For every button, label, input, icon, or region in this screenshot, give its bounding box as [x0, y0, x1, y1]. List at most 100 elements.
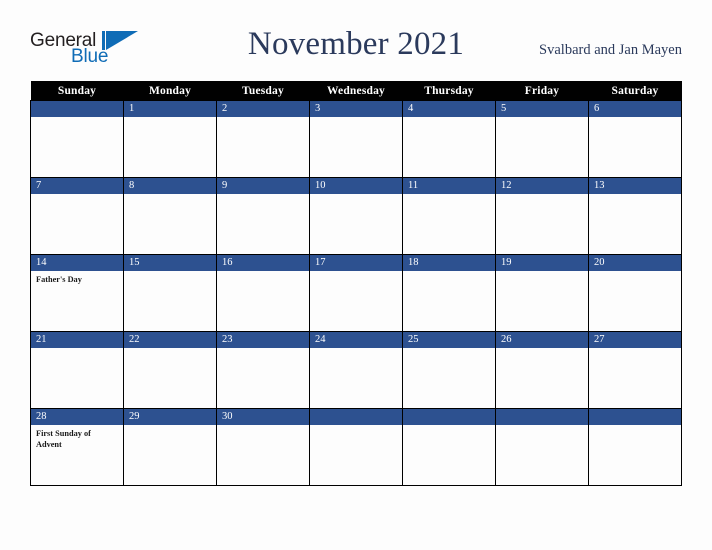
calendar-day-cell[interactable]: 21 [30, 331, 124, 409]
day-number: 1 [129, 103, 135, 114]
day-number-bar: 13 [589, 178, 681, 194]
day-number-bar: 15 [124, 255, 216, 271]
calendar-day-cell[interactable]: 5 [495, 100, 589, 178]
weekday-header-tuesday: Tuesday [216, 81, 310, 101]
day-number-bar [496, 409, 588, 425]
calendar-body: 1 2 3 4 5 6 7 8 9 10 11 12 13 14 Father's Day 15 16 17 18 1… [30, 100, 682, 486]
weekday-header-saturday: Saturday [588, 81, 682, 101]
day-number-bar: 23 [217, 332, 309, 348]
calendar-empty-cell[interactable] [30, 100, 124, 178]
day-number: 28 [36, 411, 47, 422]
calendar-day-cell[interactable]: 15 [123, 254, 217, 332]
day-number: 7 [36, 180, 42, 191]
day-number-bar: 22 [124, 332, 216, 348]
calendar-day-cell[interactable]: 4 [402, 100, 496, 178]
day-number: 16 [222, 257, 233, 268]
calendar-day-cell[interactable]: 1 [123, 100, 217, 178]
event-label: First Sunday of Advent [36, 429, 91, 449]
day-number-bar: 20 [589, 255, 681, 271]
calendar-day-cell[interactable]: 7 [30, 177, 124, 255]
calendar-day-cell[interactable]: 19 [495, 254, 589, 332]
day-number-bar: 10 [310, 178, 402, 194]
day-events: First Sunday of Advent [31, 425, 123, 450]
calendar-day-cell[interactable]: 18 [402, 254, 496, 332]
day-events: Father's Day [31, 271, 123, 286]
day-number-bar: 3 [310, 101, 402, 117]
weekday-header-wednesday: Wednesday [309, 81, 403, 101]
calendar-day-cell[interactable]: 12 [495, 177, 589, 255]
calendar-day-cell[interactable]: 24 [309, 331, 403, 409]
calendar-day-cell[interactable]: 13 [588, 177, 682, 255]
day-number-bar: 12 [496, 178, 588, 194]
day-number-bar: 11 [403, 178, 495, 194]
calendar-day-cell[interactable]: 28 First Sunday of Advent [30, 408, 124, 486]
day-number: 30 [222, 411, 233, 422]
day-number-bar: 9 [217, 178, 309, 194]
day-number-bar: 25 [403, 332, 495, 348]
day-number: 19 [501, 257, 512, 268]
day-number: 22 [129, 334, 140, 345]
calendar-day-cell[interactable]: 9 [216, 177, 310, 255]
calendar-day-cell[interactable]: 30 [216, 408, 310, 486]
day-number-bar: 5 [496, 101, 588, 117]
day-number-bar: 29 [124, 409, 216, 425]
calendar-week-row: 7 8 9 10 11 12 13 [30, 177, 682, 255]
weekday-header-thursday: Thursday [402, 81, 496, 101]
calendar-day-cell[interactable]: 22 [123, 331, 217, 409]
calendar-empty-cell[interactable] [402, 408, 496, 486]
day-number: 6 [594, 103, 600, 114]
day-number: 14 [36, 257, 47, 268]
day-number-bar: 30 [217, 409, 309, 425]
calendar-day-cell[interactable]: 26 [495, 331, 589, 409]
day-number-bar [589, 409, 681, 425]
calendar-day-cell[interactable]: 10 [309, 177, 403, 255]
calendar-day-cell[interactable]: 8 [123, 177, 217, 255]
calendar-empty-cell[interactable] [588, 408, 682, 486]
day-number: 25 [408, 334, 419, 345]
day-number: 27 [594, 334, 605, 345]
day-number: 21 [36, 334, 47, 345]
day-number-bar [403, 409, 495, 425]
day-number: 29 [129, 411, 140, 422]
calendar-grid: Sunday Monday Tuesday Wednesday Thursday… [30, 81, 682, 486]
calendar-empty-cell[interactable] [309, 408, 403, 486]
day-number: 11 [408, 180, 419, 191]
calendar-week-row: 14 Father's Day 15 16 17 18 19 20 [30, 254, 682, 332]
day-number-bar: 2 [217, 101, 309, 117]
calendar-day-cell[interactable]: 6 [588, 100, 682, 178]
calendar-empty-cell[interactable] [495, 408, 589, 486]
day-number-bar: 17 [310, 255, 402, 271]
day-number-bar: 18 [403, 255, 495, 271]
calendar-day-cell[interactable]: 23 [216, 331, 310, 409]
day-number: 4 [408, 103, 414, 114]
calendar-day-cell[interactable]: 16 [216, 254, 310, 332]
day-number-bar: 14 [31, 255, 123, 271]
calendar-day-cell[interactable]: 29 [123, 408, 217, 486]
day-number: 10 [315, 180, 326, 191]
day-number-bar: 19 [496, 255, 588, 271]
day-number: 20 [594, 257, 605, 268]
calendar-week-row: 1 2 3 4 5 6 [30, 100, 682, 178]
day-number: 3 [315, 103, 321, 114]
weekday-header-row: Sunday Monday Tuesday Wednesday Thursday… [30, 81, 682, 101]
calendar-day-cell[interactable]: 14 Father's Day [30, 254, 124, 332]
locale-label: Svalbard and Jan Mayen [539, 42, 682, 58]
weekday-header-monday: Monday [123, 81, 217, 101]
day-number: 12 [501, 180, 512, 191]
day-number-bar: 27 [589, 332, 681, 348]
weekday-header-friday: Friday [495, 81, 589, 101]
calendar-day-cell[interactable]: 3 [309, 100, 403, 178]
calendar-day-cell[interactable]: 17 [309, 254, 403, 332]
calendar-day-cell[interactable]: 25 [402, 331, 496, 409]
calendar-day-cell[interactable]: 20 [588, 254, 682, 332]
day-number-bar: 26 [496, 332, 588, 348]
day-number: 9 [222, 180, 228, 191]
day-number-bar: 6 [589, 101, 681, 117]
calendar-day-cell[interactable]: 27 [588, 331, 682, 409]
calendar-day-cell[interactable]: 11 [402, 177, 496, 255]
day-number: 13 [594, 180, 605, 191]
day-number-bar: 21 [31, 332, 123, 348]
calendar-day-cell[interactable]: 2 [216, 100, 310, 178]
day-number-bar [31, 101, 123, 117]
day-number: 24 [315, 334, 326, 345]
